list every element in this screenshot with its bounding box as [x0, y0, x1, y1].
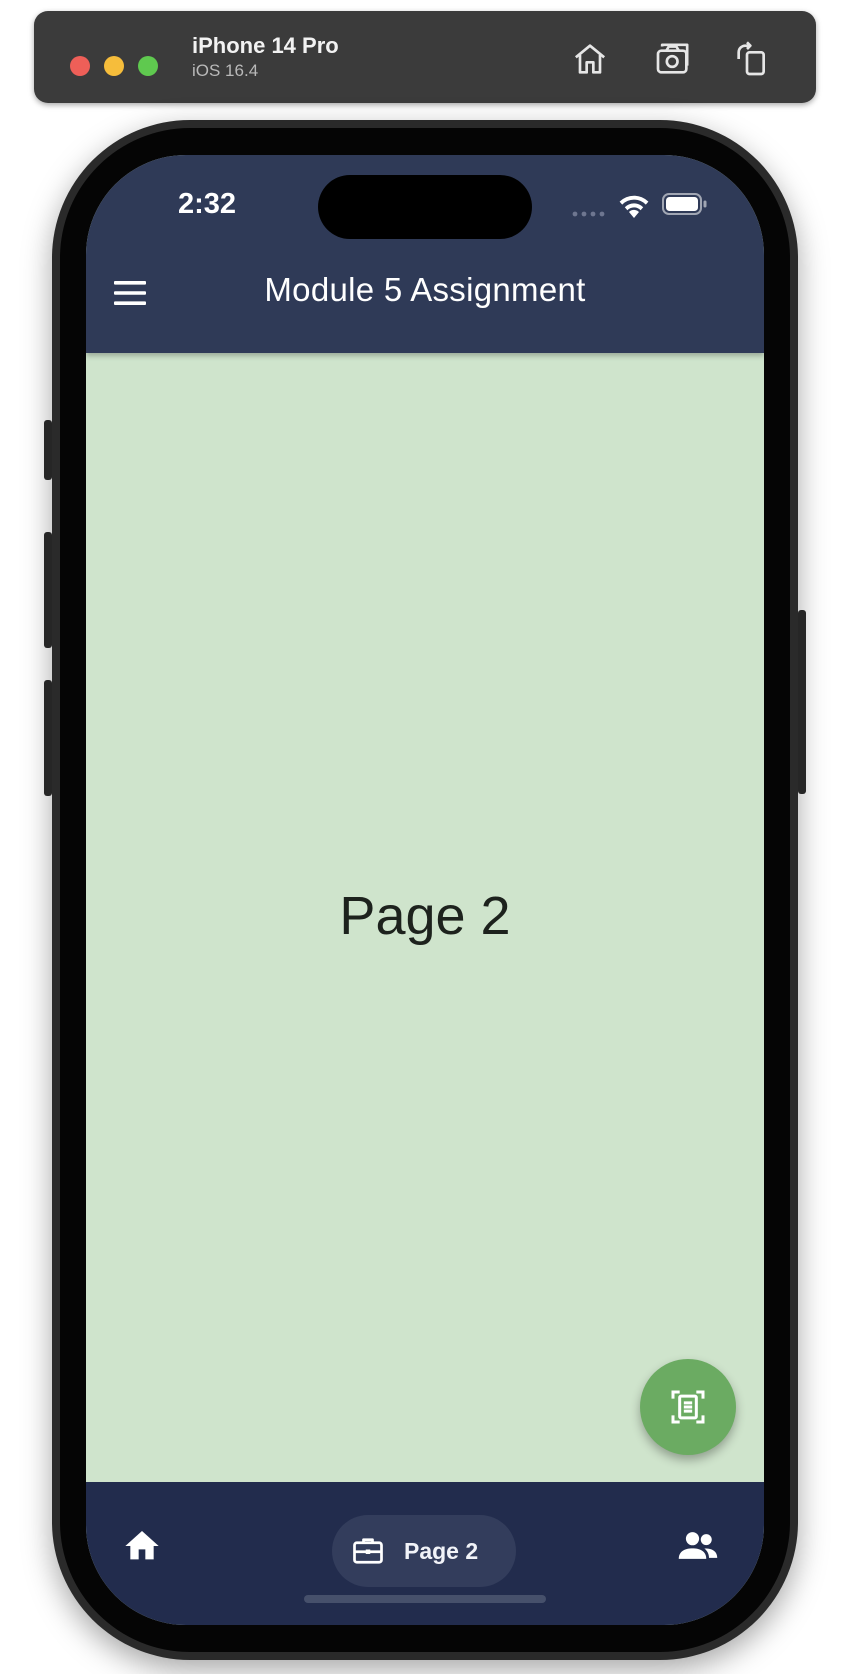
- screenshot-icon[interactable]: [653, 39, 693, 79]
- app-bar: 2:32 Module 5 Assignment: [86, 155, 764, 353]
- zoom-window-button[interactable]: [138, 56, 158, 76]
- home-icon: [125, 1531, 159, 1560]
- rotate-icon[interactable]: [732, 39, 772, 79]
- power-button: [798, 610, 806, 794]
- device-name: iPhone 14 Pro: [192, 33, 339, 58]
- volume-up-button: [44, 532, 52, 648]
- wifi-icon: [618, 192, 650, 218]
- document-scanner-fab[interactable]: [640, 1359, 736, 1455]
- home-icon[interactable]: [570, 39, 610, 79]
- app-title: Module 5 Assignment: [264, 271, 586, 308]
- nav-item-page-2[interactable]: Page 2: [332, 1515, 516, 1587]
- device-os-version: iOS 16.4: [192, 61, 259, 80]
- phone-screen: 2:32 Module 5 Assignment Page 2 Page 2: [86, 155, 764, 1625]
- silent-switch: [44, 420, 52, 480]
- simulator-window: iPhone 14 Pro iOS 16.4 2:32 Module 5 Ass…: [0, 0, 860, 1674]
- battery-icon: [662, 193, 708, 215]
- bottom-navigation: Page 2: [86, 1482, 764, 1625]
- home-indicator[interactable]: [304, 1595, 546, 1603]
- nav-item-home[interactable]: [118, 1522, 166, 1570]
- dynamic-island: [318, 175, 532, 239]
- document-scanner-icon: [671, 1390, 705, 1424]
- nav-item-label: Page 2: [404, 1538, 479, 1564]
- nav-item-people[interactable]: [674, 1522, 722, 1570]
- people-icon: [678, 1532, 718, 1559]
- simulator-toolbar: iPhone 14 Pro iOS 16.4: [34, 11, 816, 103]
- volume-down-button: [44, 680, 52, 796]
- page-label: Page 2: [339, 886, 511, 946]
- briefcase-icon: [353, 1538, 383, 1564]
- status-time: 2:32: [178, 188, 237, 220]
- minimize-window-button[interactable]: [104, 56, 124, 76]
- cellular-signal-icon: [572, 211, 606, 217]
- close-window-button[interactable]: [70, 56, 90, 76]
